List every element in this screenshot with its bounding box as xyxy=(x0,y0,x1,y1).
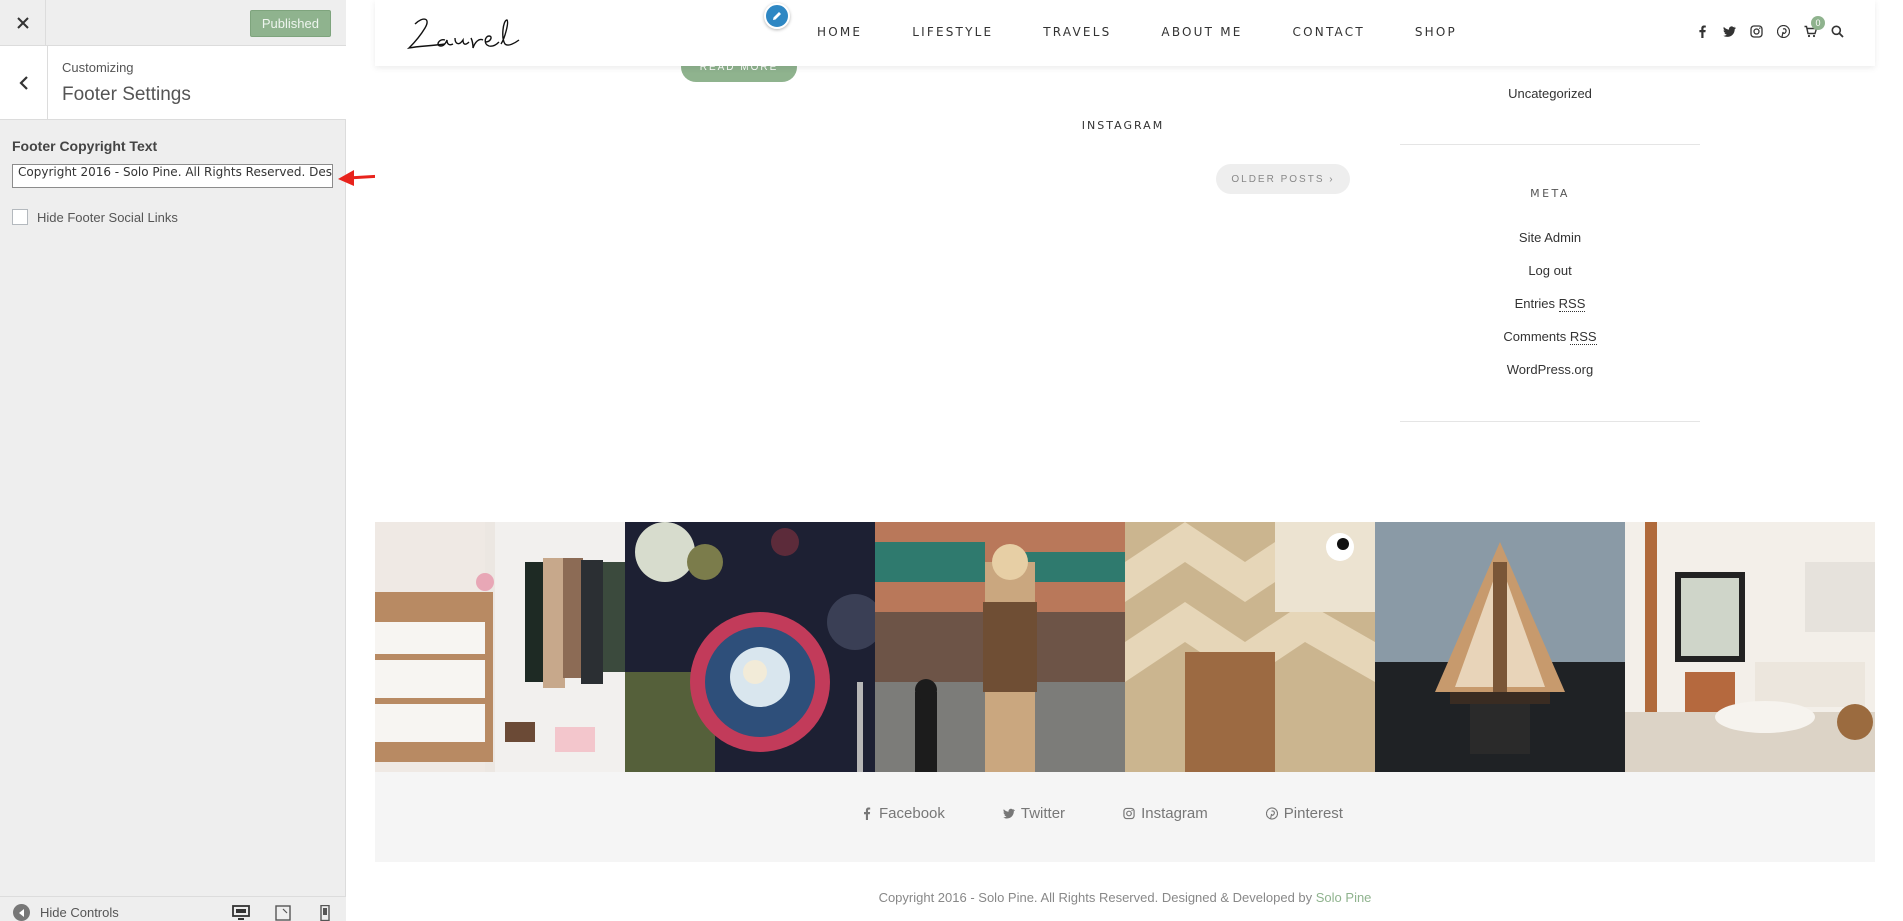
customizer-panel: Published Customizing Footer Settings Fo… xyxy=(0,0,346,921)
menu-item-contact[interactable]: CONTACT xyxy=(1293,25,1365,39)
site-preview: READ MORE HOME LIFESTYLE TRAVELS ABOUT M… xyxy=(375,0,1875,921)
desktop-icon xyxy=(232,905,250,920)
widget-divider xyxy=(1400,421,1700,422)
published-button[interactable]: Published xyxy=(249,10,331,37)
wordpress-org-link[interactable]: WordPress.org xyxy=(1400,362,1700,377)
footer-social-bar: Facebook Twitter Instagram Pinterest xyxy=(375,772,1875,862)
hide-social-links-label: Hide Footer Social Links xyxy=(37,209,178,225)
footer-facebook-link[interactable]: Facebook xyxy=(861,805,945,822)
hide-controls-button[interactable]: Hide Controls xyxy=(13,904,119,921)
close-customizer-button[interactable] xyxy=(0,0,46,46)
rss-abbr: RSS xyxy=(1569,329,1597,345)
twitter-icon[interactable] xyxy=(1722,24,1736,38)
chevron-left-icon xyxy=(18,76,28,90)
site-header: HOME LIFESTYLE TRAVELS ABOUT ME CONTACT … xyxy=(375,0,1875,66)
customizer-footer: Hide Controls xyxy=(0,896,346,921)
instagram-photo-street[interactable] xyxy=(875,522,1125,772)
pencil-icon xyxy=(773,12,781,20)
menu-item-home[interactable]: HOME xyxy=(817,25,862,39)
entries-label: Entries xyxy=(1514,296,1556,311)
instagram-icon xyxy=(1123,807,1135,820)
copyright-text-input[interactable]: Copyright 2016 - Solo Pine. All Rights R… xyxy=(12,164,333,188)
facebook-icon[interactable] xyxy=(1695,24,1709,38)
entries-rss-link[interactable]: Entries RSS xyxy=(1400,296,1700,312)
footer-twitter-link[interactable]: Twitter xyxy=(1003,805,1065,822)
solo-pine-link[interactable]: Solo Pine xyxy=(1316,890,1372,905)
hide-controls-label: Hide Controls xyxy=(40,905,119,920)
tablet-icon xyxy=(275,905,291,921)
older-posts-button[interactable]: OLDER POSTS › xyxy=(1216,164,1350,194)
close-icon xyxy=(16,17,29,29)
widget-divider xyxy=(1400,144,1700,145)
facebook-label: Facebook xyxy=(879,805,945,822)
copyright-text: Copyright 2016 - Solo Pine. All Rights R… xyxy=(878,890,1313,905)
menu-item-about-me[interactable]: ABOUT ME xyxy=(1161,25,1242,39)
hide-social-links-option[interactable]: Hide Footer Social Links xyxy=(12,209,178,225)
back-button[interactable] xyxy=(0,46,48,120)
instagram-title-badge: INSTAGRAM xyxy=(1061,96,1185,154)
twitter-label: Twitter xyxy=(1020,805,1066,822)
rss-abbr: RSS xyxy=(1558,296,1586,312)
site-logo[interactable] xyxy=(405,10,565,56)
mobile-preview-button[interactable] xyxy=(316,904,334,921)
instagram-photo-table[interactable] xyxy=(625,522,875,772)
footer-instagram-link[interactable]: Instagram xyxy=(1123,805,1208,822)
customizer-topbar: Published xyxy=(0,0,346,46)
section-header: Customizing Footer Settings xyxy=(0,46,346,120)
comments-label: Comments xyxy=(1503,329,1567,344)
menu-item-lifestyle[interactable]: LIFESTYLE xyxy=(912,25,993,39)
copyright-field-label: Footer Copyright Text xyxy=(12,138,158,154)
log-out-link[interactable]: Log out xyxy=(1400,263,1700,278)
desktop-preview-button[interactable] xyxy=(232,905,250,921)
tablet-preview-button[interactable] xyxy=(274,905,292,921)
pinterest-label: Pinterest xyxy=(1283,805,1343,822)
customizer-screen: Published Customizing Footer Settings Fo… xyxy=(0,0,1903,921)
header-icons: 0 xyxy=(1695,16,1857,38)
menu-item-travels[interactable]: TRAVELS xyxy=(1043,25,1111,39)
search-icon[interactable] xyxy=(1830,24,1844,38)
section-title: Footer Settings xyxy=(62,84,191,105)
instagram-feed xyxy=(375,522,1875,772)
category-link[interactable]: Uncategorized xyxy=(1400,86,1700,101)
instagram-label: Instagram xyxy=(1141,805,1208,822)
primary-menu: HOME LIFESTYLE TRAVELS ABOUT ME CONTACT … xyxy=(817,25,1507,39)
facebook-icon xyxy=(864,807,871,820)
collapse-icon xyxy=(13,904,30,921)
menu-item-shop[interactable]: SHOP xyxy=(1415,25,1457,39)
instagram-photo-cabin[interactable] xyxy=(1375,522,1625,772)
edit-shortcut-button[interactable] xyxy=(764,3,790,29)
footer-copyright: Copyright 2016 - Solo Pine. All Rights R… xyxy=(375,890,1875,905)
cart-button[interactable]: 0 xyxy=(1803,16,1825,38)
mobile-icon xyxy=(320,904,330,921)
meta-widget-title: META xyxy=(1530,187,1570,200)
instagram-photo-closet[interactable] xyxy=(375,522,625,772)
pinterest-icon[interactable] xyxy=(1776,24,1790,38)
pinterest-icon xyxy=(1265,807,1278,820)
instagram-icon[interactable] xyxy=(1749,24,1763,38)
footer-social-links: Facebook Twitter Instagram Pinterest xyxy=(861,805,1401,822)
site-admin-link[interactable]: Site Admin xyxy=(1400,230,1700,245)
breadcrumb: Customizing xyxy=(62,60,134,75)
instagram-photo-rugs[interactable] xyxy=(1125,522,1375,772)
instagram-photo-living-room[interactable] xyxy=(1625,522,1875,772)
hide-social-links-checkbox[interactable] xyxy=(12,209,28,225)
footer-pinterest-link[interactable]: Pinterest xyxy=(1265,805,1343,822)
comments-rss-link[interactable]: Comments RSS xyxy=(1400,329,1700,345)
cart-count-badge: 0 xyxy=(1811,16,1825,30)
twitter-icon xyxy=(1003,808,1015,819)
